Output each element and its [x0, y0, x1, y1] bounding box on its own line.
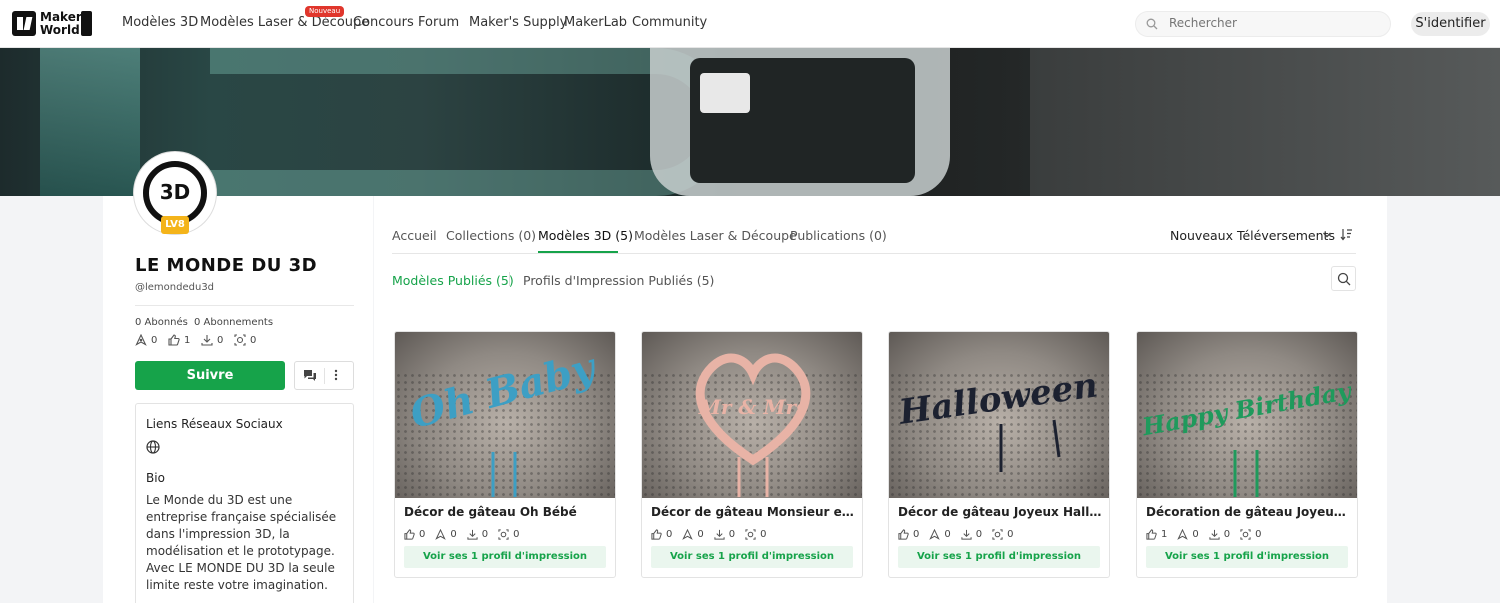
stat-prints: 0 — [234, 334, 256, 346]
topper-text: Halloween — [896, 365, 1101, 433]
logo-mark-icon — [12, 11, 36, 36]
tab-collections[interactable]: Collections (0) — [446, 228, 536, 243]
stat-downloads-value: 0 — [217, 334, 224, 346]
chevron-down-icon[interactable] — [1322, 231, 1332, 241]
cake-topper-image: Halloween — [896, 365, 1101, 472]
model-card[interactable]: Mr & Mrs Décor de gâteau Monsieur et Mad… — [641, 331, 863, 578]
card-likes: 0 — [404, 529, 425, 540]
view-print-profile-button[interactable]: Voir ses 1 profil d'impression — [898, 546, 1100, 568]
following-count[interactable]: 0 Abonnements — [194, 317, 273, 328]
message-icon[interactable] — [303, 369, 317, 382]
topper-text: Oh Baby — [405, 343, 602, 438]
card-prints: 0 — [992, 529, 1014, 540]
cake-topper-image: Happy Birthday — [1139, 376, 1355, 497]
model-title[interactable]: Décor de gâteau Oh Bébé — [404, 505, 609, 519]
card-downloads: 0 — [1209, 529, 1230, 540]
search-box[interactable] — [1135, 11, 1391, 37]
makerworld-logo[interactable]: Maker World — [12, 11, 92, 36]
nav-makerlab[interactable]: MakerLab — [564, 15, 627, 30]
view-print-profile-button[interactable]: Voir ses 1 profil d'impression — [404, 546, 606, 568]
model-title[interactable]: Décor de gâteau Joyeux Halloween — [898, 505, 1103, 519]
profile-handle: @lemondedu3d — [135, 282, 215, 293]
view-print-profile-button[interactable]: Voir ses 1 profil d'impression — [1146, 546, 1348, 568]
search-icon — [1146, 18, 1158, 30]
social-links-title: Liens Réseaux Sociaux — [146, 417, 283, 431]
nav-laser-cutting[interactable]: Modèles Laser & Découpe — [200, 15, 369, 30]
stat-boosts: 0 — [135, 334, 157, 346]
nav-makers-supply[interactable]: Maker's Supply — [469, 15, 567, 30]
tabs-divider — [392, 253, 1356, 254]
model-title[interactable]: Décor de gâteau Monsieur et Mad... — [651, 505, 856, 519]
tab-publications[interactable]: Publications (0) — [790, 228, 887, 243]
card-boosts: 0 — [929, 529, 951, 540]
models-search-button[interactable] — [1331, 266, 1356, 291]
search-input[interactable] — [1169, 16, 1369, 30]
nav-community[interactable]: Community — [632, 15, 707, 30]
logo-side-block — [81, 11, 92, 36]
tab-laser-cutting[interactable]: Modèles Laser & Découpe — [634, 228, 797, 243]
cake-topper-image: Oh Baby — [405, 343, 602, 497]
sort-order-icon[interactable] — [1340, 228, 1353, 241]
stat-likes: 1 — [168, 334, 190, 346]
stat-prints-value: 0 — [250, 334, 257, 346]
model-card[interactable]: Happy Birthday Décoration de gâteau Joye… — [1136, 331, 1358, 578]
follow-button[interactable]: Suivre — [135, 361, 285, 390]
divider — [135, 305, 354, 306]
card-boosts: 0 — [682, 529, 704, 540]
cake-topper-image: Mr & Mrs — [695, 353, 811, 497]
profile-banner — [0, 48, 1500, 196]
bio-box: Liens Réseaux Sociaux Bio Le Monde du 3D… — [135, 403, 354, 603]
bio-label: Bio — [146, 471, 165, 485]
more-options-icon[interactable] — [334, 368, 338, 382]
globe-icon[interactable] — [146, 440, 160, 454]
stat-likes-value: 1 — [184, 334, 191, 346]
card-likes: 1 — [1146, 529, 1167, 540]
model-card[interactable]: Oh Baby Décor de gâteau Oh Bébé 0 0 0 0 … — [394, 331, 616, 578]
print-icon — [234, 334, 246, 346]
model-title[interactable]: Décoration de gâteau Joyeux Anni... — [1146, 505, 1351, 519]
card-likes: 0 — [898, 529, 919, 540]
view-print-profile-button[interactable]: Voir ses 1 profil d'impression — [651, 546, 853, 568]
nav-forum[interactable]: Forum — [418, 15, 459, 30]
card-prints: 0 — [498, 529, 520, 540]
tab-home[interactable]: Accueil — [392, 228, 437, 243]
tab-models-3d[interactable]: Modèles 3D (5) — [538, 228, 633, 243]
followers-count[interactable]: 0 Abonnés — [135, 317, 188, 328]
card-downloads: 0 — [961, 529, 982, 540]
nav-contests[interactable]: Concours — [353, 15, 414, 30]
top-navbar: Maker World Modèles 3D Modèles Laser & Dé… — [0, 0, 1500, 48]
card-prints: 0 — [1240, 529, 1262, 540]
boost-icon — [135, 334, 147, 346]
topper-text: Happy Birthday — [1139, 376, 1355, 442]
like-icon — [168, 334, 180, 346]
stat-boosts-value: 0 — [151, 334, 158, 346]
subtab-print-profiles[interactable]: Profils d'Impression Publiés (5) — [523, 273, 714, 288]
topper-text: Mr & Mrs — [698, 395, 808, 419]
sort-label: Nouveaux Téléversements — [1170, 228, 1335, 243]
card-likes: 0 — [651, 529, 672, 540]
new-badge: Nouveau — [305, 6, 345, 17]
logo-text-world: World — [40, 22, 80, 37]
bio-text: Le Monde du 3D est une entreprise frança… — [146, 493, 337, 592]
profile-name: LE MONDE DU 3D — [135, 255, 318, 276]
nav-models-3d[interactable]: Modèles 3D — [122, 15, 198, 30]
download-icon — [201, 335, 213, 346]
level-badge: LV8 — [161, 216, 189, 234]
sort-dropdown[interactable]: Nouveaux Téléversements — [1170, 228, 1335, 243]
card-boosts: 0 — [1177, 529, 1199, 540]
card-boosts: 0 — [435, 529, 457, 540]
profile-actions — [294, 361, 354, 390]
model-card[interactable]: Halloween Décor de gâteau Joyeux Hallowe… — [888, 331, 1110, 578]
card-prints: 0 — [745, 529, 767, 540]
subtab-published-models[interactable]: Modèles Publiés (5) — [392, 273, 514, 288]
card-downloads: 0 — [714, 529, 735, 540]
stat-downloads: 0 — [201, 334, 223, 346]
card-downloads: 0 — [467, 529, 488, 540]
signin-button[interactable]: S'identifier — [1411, 12, 1490, 36]
search-icon — [1337, 272, 1351, 286]
